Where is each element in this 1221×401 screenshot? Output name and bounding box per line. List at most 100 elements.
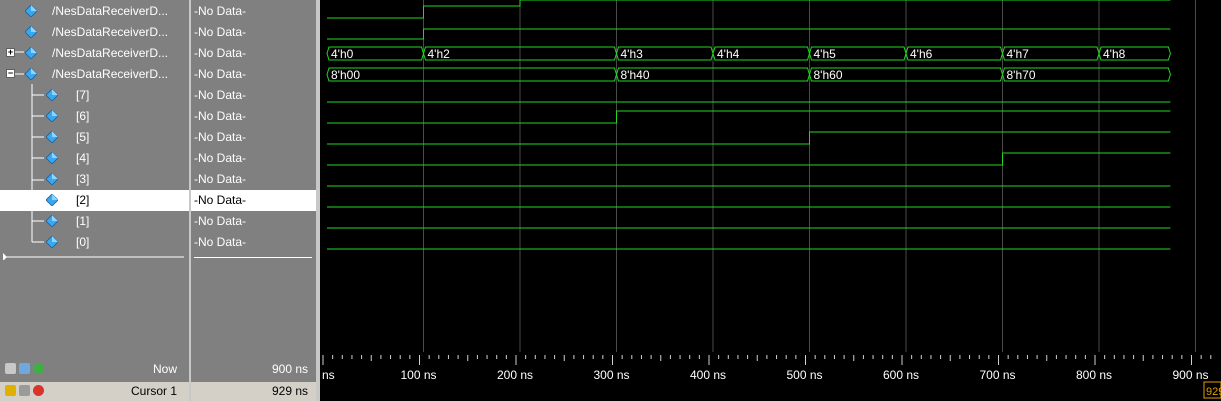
signal-row[interactable]: [5] — [0, 127, 189, 148]
waveform-canvas[interactable]: 4'h0 4'h2 4'h3 4'h4 4'h5 4'h6 4'h7 4'h8 8'h00 8'h… — [320, 0, 1221, 401]
ruler-label: 500 ns — [786, 368, 822, 382]
bus-value-label: 4'h4 — [717, 47, 740, 61]
signal-name: [0] — [76, 235, 90, 249]
ruler-label: 800 ns — [1076, 368, 1112, 382]
signal-row[interactable]: + /NesDataReceiverD... — [0, 43, 189, 64]
bus-value-label: 4'h2 — [428, 47, 451, 61]
waveforms: 4'h0 4'h2 4'h3 4'h4 4'h5 4'h6 4'h7 4'h8 8'h00 8'h… — [326, 0, 1171, 250]
signal-value: -No Data- — [194, 4, 247, 18]
bus-value-label: 8'h70 — [1007, 68, 1036, 82]
signal-values-panel: -No Data- -No Data- -No Data- -No Data- … — [191, 0, 316, 355]
signal-name: /NesDataReceiverD... — [52, 25, 169, 39]
bus-value-label: 4'h8 — [1103, 47, 1126, 61]
signal-diamond-icon — [46, 152, 58, 164]
signal-value: -No Data- — [194, 46, 247, 60]
signal-value: -No Data- — [194, 151, 247, 165]
add-wave-icon[interactable] — [5, 363, 16, 374]
ruler-label: ns — [322, 368, 335, 382]
signal-value: -No Data- — [194, 25, 247, 39]
signal-name: /NesDataReceiverD... — [52, 67, 169, 81]
signal-name: [5] — [76, 130, 90, 144]
signal-row[interactable]: [7] — [0, 85, 189, 106]
signal-name: [3] — [76, 172, 90, 186]
bus-value-label: 4'h0 — [331, 47, 354, 61]
signal-row[interactable]: [0] — [0, 232, 189, 253]
signal-diamond-icon — [46, 194, 58, 206]
signal-name: [4] — [76, 151, 90, 165]
now-value: 900 ns — [271, 362, 308, 376]
digital-wave — [327, 0, 1171, 19]
bus-value-label: 4'h3 — [621, 47, 644, 61]
signal-row[interactable]: /NesDataReceiverD... — [0, 22, 189, 43]
signal-value: -No Data- — [194, 109, 247, 123]
cursor-value: 929 ns — [271, 384, 308, 398]
time-ruler: ns 100 ns 200 ns 300 ns 400 ns 500 ns 600 ns 70… — [320, 355, 1221, 401]
delete-cursor-icon[interactable] — [33, 385, 44, 396]
bus-value-label: 8'h60 — [814, 68, 843, 82]
signal-diamond-icon — [46, 215, 58, 227]
signal-row[interactable]: [1] — [0, 211, 189, 232]
cursor-track — [320, 382, 1221, 401]
ruler-label: 300 ns — [593, 368, 629, 382]
bus-value-label: 4'h6 — [910, 47, 933, 61]
signal-diamond-icon — [25, 68, 37, 80]
signal-value: -No Data- — [194, 130, 247, 144]
signal-diamond-icon — [25, 47, 37, 59]
signal-diamond-icon — [46, 110, 58, 122]
footer-names: Now Cursor 1 — [0, 355, 189, 401]
signal-name: [6] — [76, 109, 90, 123]
wrench-icon[interactable] — [19, 385, 30, 396]
bus-segment — [326, 67, 618, 82]
lock-icon[interactable] — [5, 385, 16, 396]
edit-icon[interactable] — [19, 363, 30, 374]
signal-value: -No Data- — [194, 235, 247, 249]
signal-name: [1] — [76, 214, 90, 228]
signal-row[interactable]: [6] — [0, 106, 189, 127]
add-cursor-icon[interactable] — [33, 363, 44, 374]
ruler-label: 900 ns — [1172, 368, 1208, 382]
expand-plus-icon[interactable]: + — [6, 48, 15, 57]
bus-value-label: 4'h5 — [814, 47, 837, 61]
cursor-label: Cursor 1 — [130, 384, 177, 398]
ruler-label: 600 ns — [883, 368, 919, 382]
signal-diamond-icon — [46, 173, 58, 185]
ruler-label: 200 ns — [497, 368, 533, 382]
digital-wave — [327, 152, 1171, 166]
signal-name: [2] — [76, 193, 90, 207]
now-label: Now — [152, 362, 177, 376]
signal-row[interactable]: [3] — [0, 169, 189, 190]
signal-row[interactable]: [4] — [0, 148, 189, 169]
signal-name: /NesDataReceiverD... — [52, 4, 169, 18]
digital-wave — [327, 28, 1171, 40]
cursor-flag-label: 929 — [1206, 386, 1221, 398]
ruler-label: 100 ns — [400, 368, 436, 382]
digital-wave — [327, 131, 1171, 145]
signal-diamond-icon — [46, 236, 58, 248]
signal-diamond-icon — [25, 5, 37, 17]
bus-value-label: 8'h00 — [331, 68, 360, 82]
signal-value: -No Data- — [194, 214, 247, 228]
signal-value: -No Data- — [194, 67, 247, 81]
signal-diamond-icon — [25, 26, 37, 38]
bus-value-label: 8'h40 — [621, 68, 650, 82]
signal-row[interactable]: /NesDataReceiverD... — [0, 1, 189, 22]
signal-row[interactable]: − /NesDataReceiverD... — [0, 64, 189, 85]
signal-value-selected: -No Data- — [191, 190, 316, 211]
signal-row-selected[interactable]: [2] — [0, 190, 189, 211]
signal-diamond-icon — [46, 89, 58, 101]
signal-value: -No Data- — [194, 172, 247, 186]
values-divider — [194, 257, 312, 258]
footer-values: 900 ns 929 ns — [191, 355, 316, 401]
digital-wave — [327, 110, 1171, 124]
signal-diamond-icon — [46, 131, 58, 143]
ruler-label: 700 ns — [979, 368, 1015, 382]
ruler-label: 400 ns — [690, 368, 726, 382]
bus-value-label: 4'h7 — [1007, 47, 1030, 61]
cursor-row[interactable]: Cursor 1 — [0, 382, 189, 401]
collapse-minus-icon[interactable]: − — [6, 69, 15, 78]
signal-name: [7] — [76, 88, 90, 102]
signal-value: -No Data- — [194, 88, 247, 102]
signal-names-panel: /NesDataReceiverD... /NesDataReceiverD..… — [0, 0, 189, 355]
now-row: Now — [0, 359, 189, 379]
signal-name: /NesDataReceiverD... — [52, 46, 169, 60]
